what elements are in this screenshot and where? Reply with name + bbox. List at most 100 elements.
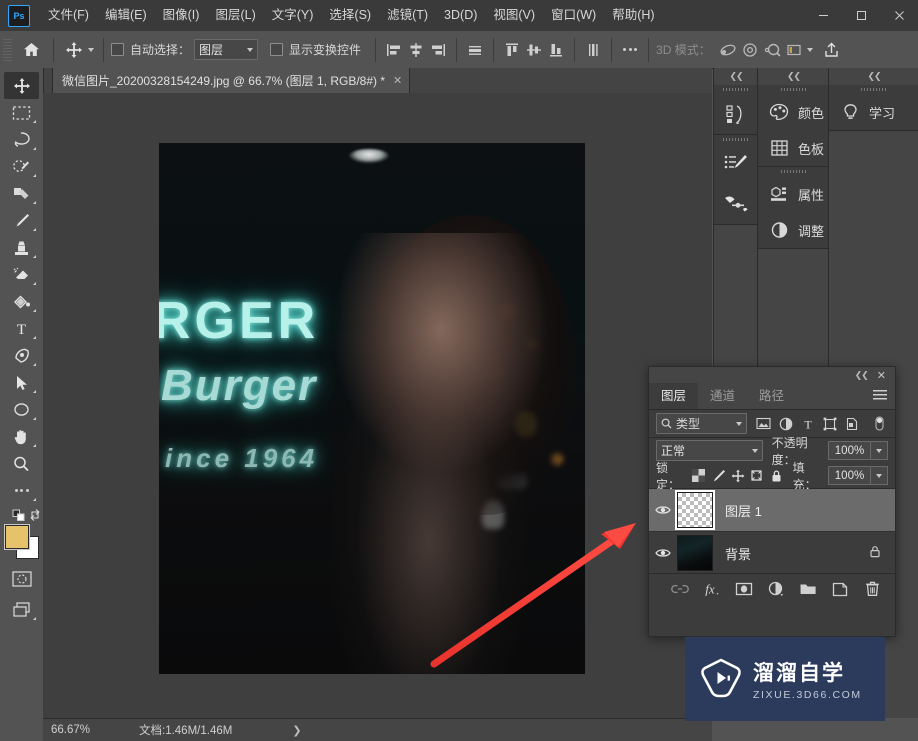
fill-control[interactable]: 100% [828,466,888,485]
slide-3d-icon[interactable] [783,39,805,61]
color-panel[interactable]: 颜色 [758,94,829,130]
delete-layer-button[interactable] [863,580,881,598]
paint-bucket-tool[interactable] [4,288,39,315]
brush-tool[interactable] [4,207,39,234]
properties-panel[interactable]: 属性 [758,176,829,212]
menu-image[interactable]: 图像(I) [155,0,208,31]
align-right-edges-icon[interactable] [427,39,449,61]
document-tab[interactable]: 微信图片_20200328154249.jpg @ 66.7% (图层 1, R… [52,68,411,93]
adjustment-filter-icon[interactable] [777,415,794,432]
layer-thumbnail[interactable] [677,535,713,571]
opacity-value[interactable]: 100% [828,441,871,460]
collapse-panels-a-button[interactable]: ❮❮ [714,68,758,85]
menu-window[interactable]: 窗口(W) [543,0,604,31]
orbit-3d-icon[interactable] [717,39,739,61]
align-left-edges-icon[interactable] [383,39,405,61]
menu-3d[interactable]: 3D(D) [436,0,485,31]
auto-select-target-dropdown[interactable]: 图层 [194,39,259,60]
smart-object-filter-icon[interactable] [843,415,860,432]
new-layer-button[interactable] [831,580,849,598]
status-expand-icon[interactable]: ❯ [292,724,301,737]
pan-3d-icon[interactable] [761,39,783,61]
align-top-edges-icon[interactable] [501,39,523,61]
collapse-panels-c-button[interactable]: ❮❮ [829,68,918,85]
clone-stamp-tool[interactable] [4,234,39,261]
pen-tool[interactable] [4,342,39,369]
color-swatches[interactable] [3,524,39,559]
tab-paths[interactable]: 路径 [747,383,796,409]
move-tool-icon[interactable] [63,39,85,61]
panel-menu-icon[interactable] [873,390,887,401]
tab-channels[interactable]: 通道 [698,383,747,409]
screen-mode-button[interactable] [4,596,39,623]
swatches-panel[interactable]: 色板 [758,130,829,166]
eraser-tool[interactable] [4,261,39,288]
share-button[interactable] [821,39,843,61]
lasso-tool[interactable] [4,126,39,153]
lock-all-button[interactable] [769,467,783,484]
maximize-button[interactable] [842,0,880,31]
quick-mask-button[interactable] [4,565,39,592]
menu-help[interactable]: 帮助(H) [604,0,662,31]
adjustments-panel[interactable]: 调整 [758,212,829,248]
menu-layer[interactable]: 图层(L) [207,0,263,31]
pixel-filter-icon[interactable] [755,415,772,432]
quick-selection-tool[interactable] [4,153,39,180]
menu-file[interactable]: 文件(F) [40,0,97,31]
canvas-area[interactable]: RGER Burger ince 1964 [43,93,712,718]
close-icon[interactable]: ✕ [393,74,402,87]
layers-panel-titlebar[interactable]: ❮❮ ✕ [649,367,895,383]
menu-edit[interactable]: 编辑(E) [97,0,155,31]
link-layers-button[interactable] [671,580,689,598]
menu-select[interactable]: 选择(S) [321,0,379,31]
lock-image-pixels-button[interactable] [711,467,726,484]
menu-filter[interactable]: 滤镜(T) [379,0,436,31]
path-selection-tool[interactable] [4,369,39,396]
brush-settings-panel-icon[interactable] [714,144,758,184]
roll-3d-icon[interactable] [739,39,761,61]
move-tool[interactable] [4,72,39,99]
table-row[interactable]: 背景 [649,532,895,573]
filter-toggle[interactable] [871,415,888,432]
new-group-button[interactable] [799,580,817,598]
history-panel-icon[interactable] [714,94,758,134]
layer-style-button[interactable]: fx [703,580,721,598]
lock-transparent-pixels-button[interactable] [691,467,705,484]
layer-mask-button[interactable] [735,580,753,598]
collapse-icon[interactable]: ❮❮ [855,370,869,381]
type-tool[interactable]: T [4,315,39,342]
more-options-button[interactable] [619,39,641,61]
auto-select-checkbox[interactable] [111,43,124,56]
brushes-panel-icon[interactable] [714,184,758,224]
layer-visibility-toggle[interactable] [649,532,677,573]
hand-tool[interactable] [4,423,39,450]
menu-type[interactable]: 文字(Y) [264,0,322,31]
zoom-level[interactable]: 66.67% [51,724,127,736]
fill-value[interactable]: 100% [828,466,871,485]
collapse-panels-b-button[interactable]: ❮❮ [758,68,829,85]
menu-view[interactable]: 视图(V) [485,0,543,31]
lock-artboard-nesting-button[interactable] [750,467,764,484]
close-icon[interactable]: ✕ [877,369,886,382]
layer-thumbnail[interactable] [675,490,715,530]
current-tool-preset[interactable] [61,39,96,61]
opacity-control[interactable]: 100% [828,441,888,460]
lock-position-button[interactable] [731,467,745,484]
learn-panel[interactable]: 学习 [829,94,918,130]
layer-visibility-toggle[interactable] [649,489,677,531]
foreground-color-swatch[interactable] [3,524,30,550]
home-icon[interactable] [16,37,46,62]
shape-filter-icon[interactable] [821,415,838,432]
close-button[interactable] [880,0,918,31]
zoom-tool[interactable] [4,450,39,477]
align-vertical-centers-icon[interactable] [523,39,545,61]
distribute-vertically-icon[interactable] [582,39,604,61]
edit-toolbar-button[interactable] [4,477,39,504]
show-transform-checkbox[interactable] [270,43,284,56]
tab-layers[interactable]: 图层 [649,383,699,409]
panel-grip[interactable] [714,85,758,94]
new-fill-adjustment-button[interactable] [767,580,785,598]
layer-name[interactable]: 图层 1 [725,501,762,520]
fill-stepper[interactable] [871,466,888,485]
document-canvas[interactable]: RGER Burger ince 1964 [159,143,585,674]
